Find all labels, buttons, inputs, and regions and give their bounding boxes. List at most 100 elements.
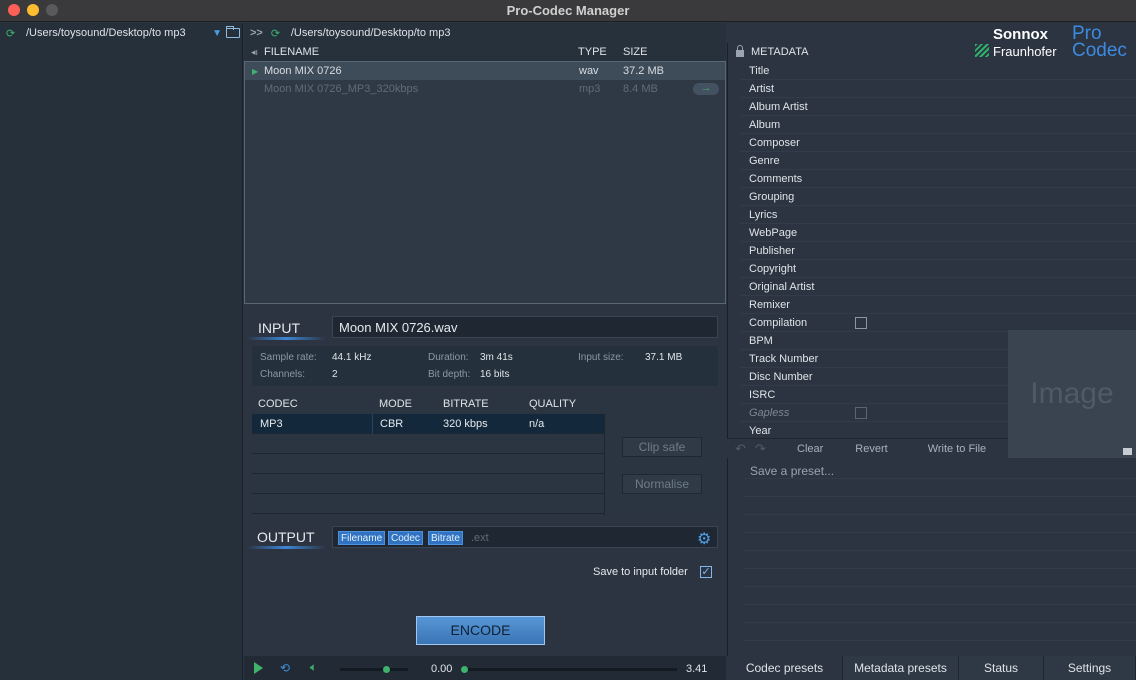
reveal-arrow-icon[interactable]: → [693, 83, 719, 95]
metadata-row-divider [740, 187, 1136, 188]
preset-row-divider [743, 496, 1136, 497]
metadata-row-divider [740, 133, 1136, 134]
logo-fraunhofer-text: Fraunhofer [993, 44, 1057, 59]
save-preset-input[interactable]: Save a preset... [750, 464, 834, 478]
output-section-label: OUTPUT [257, 529, 315, 545]
metadata-field-album-artist[interactable]: Album Artist [749, 101, 808, 113]
time-end: 3.41 [686, 663, 708, 675]
metadata-field-compilation[interactable]: Compilation [749, 317, 807, 329]
input-underline [246, 337, 326, 340]
speaker-icon[interactable]: 🔈︎ [310, 660, 317, 675]
logo-sonnox-text: Sonnox [993, 26, 1048, 43]
filename-token[interactable]: Filename [338, 531, 386, 545]
gear-icon[interactable]: ⚙ [697, 529, 711, 549]
metadata-field-gapless[interactable]: Gapless [749, 407, 789, 419]
volume-slider[interactable] [340, 668, 408, 671]
col-bitrate: BITRATE [443, 398, 489, 410]
codec-row-empty[interactable] [252, 494, 604, 514]
metadata-field-composer[interactable]: Composer [749, 137, 800, 149]
preset-row-divider [743, 622, 1136, 623]
preset-row-divider [743, 604, 1136, 605]
extension-text: .ext [471, 532, 489, 544]
file-row[interactable]: ▶ Moon MIX 0726 wav 37.2 MB [245, 62, 725, 80]
encode-button[interactable]: ENCODE [416, 616, 545, 645]
file-type: mp3 [579, 83, 601, 95]
codec-token[interactable]: Codec [388, 531, 423, 545]
metadata-field-bpm[interactable]: BPM [749, 335, 773, 347]
col-filename[interactable]: FILENAME [264, 46, 578, 58]
tab-metadata-presets[interactable]: Metadata presets [843, 656, 959, 680]
metadata-field-album[interactable]: Album [749, 119, 780, 131]
write-to-file-button[interactable]: Write to File [928, 443, 986, 455]
metadata-title: METADATA [751, 46, 809, 58]
save-to-input-folder-checkbox[interactable]: ✓ [700, 566, 712, 578]
quality-cell[interactable]: n/a [529, 418, 544, 430]
bottom-tab-bar: Codec presets Metadata presets Status Se… [727, 656, 1136, 680]
metadata-field-artist[interactable]: Artist [749, 83, 774, 95]
checkbox-gapless[interactable] [855, 407, 867, 419]
metadata-field-title[interactable]: Title [749, 65, 769, 77]
main-refresh-icon[interactable]: ⟳ [271, 27, 285, 40]
metadata-field-track-number[interactable]: Track Number [749, 353, 818, 365]
clip-safe-button[interactable]: Clip safe [622, 437, 702, 457]
undo-icon[interactable]: ↶ [735, 441, 751, 457]
metadata-field-year[interactable]: Year [749, 425, 771, 437]
position-slider[interactable] [461, 668, 677, 671]
artwork-image-well[interactable]: Image [1008, 330, 1136, 458]
bitrate-token[interactable]: Bitrate [428, 531, 463, 545]
metadata-field-original-artist[interactable]: Original Artist [749, 281, 814, 293]
volume-knob[interactable] [383, 666, 390, 673]
col-type[interactable]: TYPE [578, 46, 623, 58]
play-icon[interactable] [254, 662, 263, 674]
metadata-row-divider [740, 151, 1136, 152]
refresh-icon[interactable]: ⟳ [6, 27, 20, 40]
file-row[interactable]: Moon MIX 0726_MP3_320kbps mp3 8.4 MB → [245, 80, 725, 98]
speaker-small-icon: ◂ı [251, 46, 259, 57]
metadata-field-comments[interactable]: Comments [749, 173, 802, 185]
input-size-value: 37.1 MB [645, 352, 683, 363]
tab-settings[interactable]: Settings [1044, 656, 1136, 680]
codec-row[interactable]: MP3 CBR 320 kbps n/a [252, 414, 604, 434]
metadata-field-isrc[interactable]: ISRC [749, 389, 775, 401]
codec-row-empty[interactable] [252, 434, 604, 454]
metadata-field-genre[interactable]: Genre [749, 155, 780, 167]
preset-list[interactable]: Save a preset... [743, 459, 1136, 656]
bit-depth-value: 16 bits [480, 369, 510, 380]
metadata-field-publisher[interactable]: Publisher [749, 245, 795, 257]
redo-icon[interactable]: ↷ [755, 441, 771, 457]
clear-button[interactable]: Clear [797, 443, 823, 455]
codec-row-empty[interactable] [252, 474, 604, 494]
loop-icon[interactable]: ⟲ [280, 661, 290, 675]
metadata-field-remixer[interactable]: Remixer [749, 299, 790, 311]
folder-icon[interactable] [226, 26, 240, 38]
checkbox-compilation[interactable] [855, 317, 867, 329]
tab-codec-presets[interactable]: Codec presets [727, 656, 843, 680]
codec-options-panel: Clip safe Normalise [604, 414, 718, 516]
tab-status[interactable]: Status [959, 656, 1044, 680]
codec-cell[interactable]: MP3 [260, 418, 283, 430]
codec-row-empty[interactable] [252, 454, 604, 474]
metadata-field-lyrics[interactable]: Lyrics [749, 209, 777, 221]
metadata-row-divider [740, 295, 1136, 296]
output-filename-pattern[interactable]: Filename Codec Bitrate .ext ⚙ [332, 526, 718, 548]
position-knob[interactable] [461, 666, 468, 673]
revert-button[interactable]: Revert [855, 443, 887, 455]
metadata-field-copyright[interactable]: Copyright [749, 263, 796, 275]
mode-cell[interactable]: CBR [380, 418, 403, 430]
metadata-field-webpage[interactable]: WebPage [749, 227, 797, 239]
expand-chevron-icon[interactable]: >> [250, 27, 263, 39]
preset-row-divider [743, 478, 1136, 479]
metadata-field-grouping[interactable]: Grouping [749, 191, 794, 203]
col-size[interactable]: SIZE [623, 46, 647, 58]
file-list[interactable]: ▶ Moon MIX 0726 wav 37.2 MB Moon MIX 072… [244, 61, 726, 304]
unlock-icon[interactable] [1123, 448, 1132, 455]
metadata-row-divider [740, 79, 1136, 80]
path-dropdown-icon[interactable]: ▼ [212, 28, 222, 39]
metadata-field-disc-number[interactable]: Disc Number [749, 371, 813, 383]
lock-icon[interactable] [736, 44, 744, 57]
normalise-button[interactable]: Normalise [622, 474, 702, 494]
bitrate-cell[interactable]: 320 kbps [443, 418, 488, 430]
metadata-row-divider [740, 205, 1136, 206]
output-underline [246, 546, 326, 549]
main-path-text: /Users/toysound/Desktop/to mp3 [290, 27, 451, 39]
